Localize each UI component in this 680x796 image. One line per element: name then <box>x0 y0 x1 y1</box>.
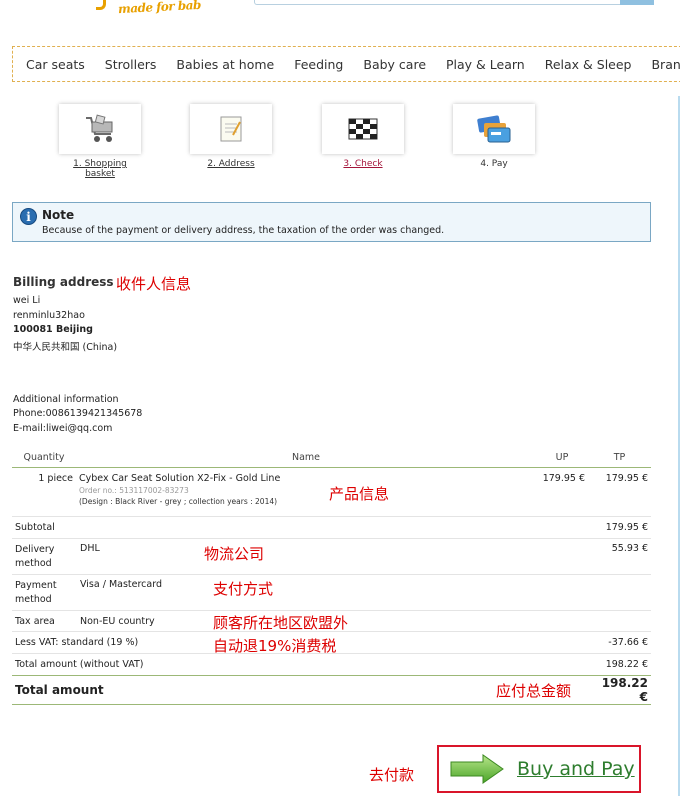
annotation-region: 顾客所在地区欧盟外 <box>213 614 349 632</box>
item-qty: 1 piece <box>12 467 76 517</box>
search-input[interactable] <box>254 0 654 5</box>
billing-phone: Phone:008613942134567​8 <box>13 408 143 419</box>
total-value: 198.22 € <box>588 674 651 705</box>
step-check[interactable]: 3. Check <box>320 104 406 169</box>
buy-and-pay-button[interactable]: Buy and Pay <box>437 745 641 793</box>
total-without-vat-value: 198.22 € <box>605 658 648 670</box>
logo-mark <box>96 0 106 10</box>
annotation-pay: 去付款 <box>369 766 415 784</box>
header-up: UP <box>536 452 588 468</box>
green-arrow-icon <box>450 754 504 784</box>
additional-info-title: Additional information <box>13 394 119 405</box>
billing-country: 中华人民共和国 (China) <box>13 342 118 353</box>
nav-feeding[interactable]: Feeding <box>284 57 353 72</box>
item-tp: 179.95 € <box>588 467 651 517</box>
subtotal-label: Subtotal <box>12 516 536 539</box>
annotation-payment: 支付方式 <box>213 580 274 598</box>
table-row-subtotal: Subtotal 179.95 € <box>12 516 651 539</box>
item-order-no: Order no.: 513117002-83273 <box>79 485 189 495</box>
table-row-total-without-vat: Total amount (without VAT) 198.22 € <box>12 653 651 675</box>
tax-area-label: Tax area <box>12 610 76 632</box>
nav-baby-care[interactable]: Baby care <box>353 57 436 72</box>
step-shopping-basket[interactable]: 1. Shopping basket <box>57 104 143 179</box>
delivery-label: Delivery method <box>12 538 76 575</box>
total-without-vat-label: Total amount (without VAT) <box>15 658 144 670</box>
nav-brands[interactable]: Brand s <box>641 57 680 72</box>
payment-label: Payment method <box>12 574 76 611</box>
delivery-name: DHL <box>76 538 536 575</box>
annotation-product: 产品信息 <box>329 485 390 503</box>
nav-relax-sleep[interactable]: Relax & Sleep <box>535 57 642 72</box>
logo-tagline: made for bab <box>117 0 202 17</box>
search-button[interactable] <box>620 0 654 5</box>
billing-city: 100081 Beijing <box>13 324 93 335</box>
buy-and-pay-label[interactable]: Buy and Pay <box>517 758 635 780</box>
billing-email: E-mail:liwei@qq.com <box>13 423 113 434</box>
step-1-label[interactable]: 1. Shopping <box>73 159 127 169</box>
step-address[interactable]: 2. Address <box>188 104 274 169</box>
notepad-icon <box>220 116 242 142</box>
main-nav: Car seats Strollers Babies at home Feedi… <box>12 46 680 82</box>
annotation-recipient: 收件人信息 <box>116 275 192 293</box>
table-row-payment: Payment method Visa / Mastercard <box>12 574 651 611</box>
note-text: Because of the payment or delivery addre… <box>42 225 445 236</box>
item-up: 179.95 € <box>536 467 588 517</box>
payment-name: Visa / Mastercard <box>76 574 536 611</box>
annotation-total: 应付总金额 <box>496 682 572 700</box>
step-4-label: 4. Pay <box>480 159 508 169</box>
delivery-value: 55.93 € <box>588 538 651 575</box>
billing-street: renminlu32hao <box>13 310 85 321</box>
header-name: Name <box>76 452 536 468</box>
nav-car-seats[interactable]: Car seats <box>13 57 95 72</box>
item-title: Cybex Car Seat Solution X2-Fix - Gold Li… <box>79 472 281 484</box>
nav-strollers[interactable]: Strollers <box>95 57 167 72</box>
shopping-cart-icon <box>86 114 113 142</box>
nav-play-learn[interactable]: Play & Learn <box>436 57 535 72</box>
nav-babies-at-home[interactable]: Babies at home <box>166 57 284 72</box>
table-row-delivery: Delivery method DHL 55.93 € <box>12 538 651 575</box>
subtotal-value: 179.95 € <box>588 516 651 539</box>
billing-title: Billing address <box>13 275 114 289</box>
total-label: Total amount <box>12 674 536 705</box>
header-quantity: Quantity <box>12 452 76 468</box>
step-pay: 4. Pay <box>451 104 537 169</box>
billing-name: wei Li <box>13 295 41 306</box>
item-details: (Design : Black River - grey ; collectio… <box>79 496 278 506</box>
step-3-label[interactable]: 3. Check <box>320 159 406 169</box>
note-title: Note <box>42 208 75 222</box>
less-vat-value: -37.66 € <box>588 631 651 654</box>
annotation-vat: 自动退19%消费税 <box>213 637 337 655</box>
checkered-flag-icon <box>348 118 378 140</box>
credit-cards-icon <box>477 115 511 143</box>
checkout-steps: 1. Shopping basket 2. Address 3. Check 4… <box>57 104 577 184</box>
header-tp: TP <box>588 452 651 468</box>
taxation-note: i Note Because of the payment or deliver… <box>12 202 651 242</box>
info-icon: i <box>20 208 37 225</box>
step-1-label-line2[interactable]: basket <box>85 169 115 179</box>
annotation-logistics: 物流公司 <box>204 545 265 563</box>
step-2-label[interactable]: 2. Address <box>188 159 274 169</box>
